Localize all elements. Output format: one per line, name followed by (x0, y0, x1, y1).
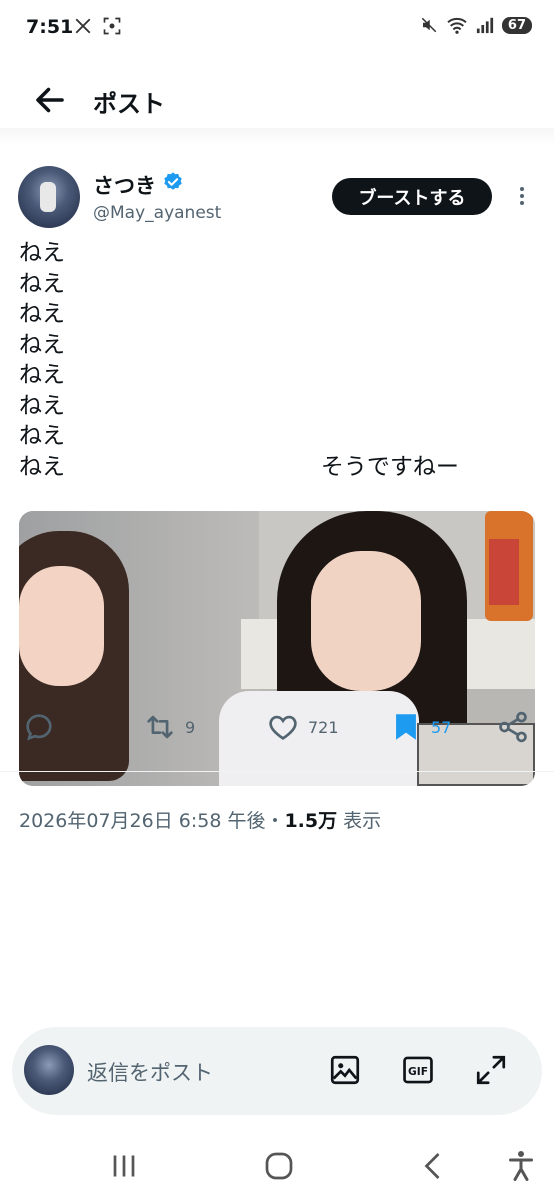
repost-button[interactable]: 9 (143, 710, 195, 744)
bookmark-count: 57 (431, 717, 452, 737)
author-handle[interactable]: @May_ayanest (93, 203, 221, 223)
mute-icon (421, 17, 437, 33)
reply-button[interactable] (22, 710, 56, 744)
recents-icon[interactable] (106, 1148, 142, 1184)
author-display-name[interactable]: さつき (93, 170, 156, 200)
verified-badge-icon (164, 172, 182, 190)
image-icon[interactable] (328, 1053, 362, 1087)
repost-count: 9 (185, 717, 196, 737)
timestamp-text: 2026年07月26日 6:58 午後・ (19, 810, 285, 832)
system-nav-bar (0, 1130, 554, 1200)
back-arrow-icon[interactable] (32, 82, 68, 118)
more-vertical-icon[interactable] (512, 184, 532, 208)
bookmark-icon (396, 714, 416, 740)
repost-icon (147, 715, 173, 739)
like-icon (269, 715, 297, 740)
battery-indicator: 67 (501, 16, 532, 34)
status-bar: 7:51 67 (0, 0, 554, 56)
reply-input[interactable]: 返信をポスト (87, 1057, 213, 1087)
svg-text:GIF: GIF (408, 1065, 428, 1078)
boost-button[interactable]: ブーストする (332, 178, 492, 215)
header-divider (0, 128, 554, 146)
share-icon (499, 711, 527, 743)
actions-divider (0, 771, 554, 772)
views-count: 1.5万 (284, 810, 338, 832)
signal-icon (476, 17, 494, 34)
reply-icon (26, 714, 52, 741)
share-button[interactable] (496, 710, 530, 744)
like-button[interactable]: 721 (266, 710, 339, 744)
status-time: 7:51 (26, 16, 74, 38)
user-avatar (24, 1045, 74, 1095)
reply-composer[interactable]: 返信をポスト GIF (12, 1027, 542, 1115)
post-text: ねえ ねえ ねえ ねえ ねえ ねえ ねえ ねえ そうですねー (19, 240, 459, 480)
like-count: 721 (308, 717, 339, 737)
wifi-icon (447, 17, 467, 34)
bookmark-button[interactable]: 57 (389, 710, 451, 744)
post-actions: 9 721 57 (0, 710, 554, 750)
status-left-icons (74, 16, 122, 36)
post-timestamp[interactable]: 2026年07月26日 6:58 午後・1.5万 表示 (19, 806, 381, 833)
status-right: 67 (420, 16, 532, 34)
gif-icon[interactable]: GIF (401, 1053, 435, 1087)
page-title: ポスト (93, 90, 165, 118)
screenshot-icon (103, 17, 121, 35)
accessibility-icon[interactable] (503, 1148, 539, 1184)
back-icon[interactable] (416, 1148, 452, 1184)
x-logo-icon (75, 18, 91, 34)
home-icon[interactable] (261, 1148, 297, 1184)
author-avatar[interactable] (18, 166, 80, 228)
expand-icon[interactable] (474, 1053, 508, 1087)
views-label: 表示 (343, 810, 382, 832)
